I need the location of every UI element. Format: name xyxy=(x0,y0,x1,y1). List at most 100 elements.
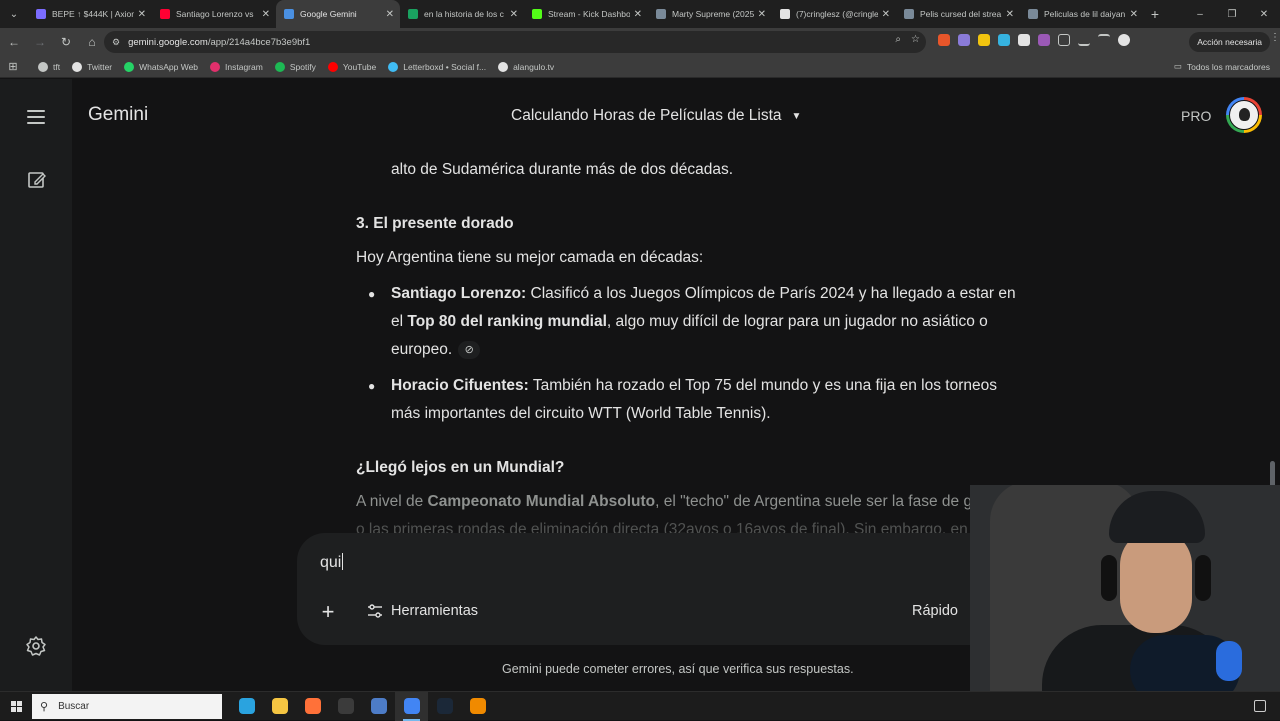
taskbar-app-button[interactable] xyxy=(230,692,263,721)
tab-favicon-icon xyxy=(36,9,46,19)
close-tab-icon[interactable]: ✕ xyxy=(758,9,766,20)
bookmark-star-icon[interactable]: ☆ xyxy=(911,34,920,45)
gemini-logo[interactable]: Gemini xyxy=(88,104,148,126)
model-mode-selector[interactable]: Rápido xyxy=(912,603,958,619)
tab-search-button[interactable]: ⌄ xyxy=(0,0,28,28)
file-explorer-icon xyxy=(271,698,288,714)
bookmark-item[interactable]: Instagram xyxy=(210,61,263,72)
minimize-button[interactable]: – xyxy=(1184,0,1216,28)
close-tab-icon[interactable]: ✕ xyxy=(634,9,642,20)
new-tab-button[interactable]: + xyxy=(1144,6,1166,22)
browser-tab[interactable]: Santiago Lorenzo vs ✕ xyxy=(152,0,276,28)
tab-favicon-icon xyxy=(160,9,170,19)
puzzle-icon[interactable] xyxy=(1058,34,1070,46)
taskbar-app-button[interactable] xyxy=(362,692,395,721)
add-file-button[interactable]: + xyxy=(318,601,338,623)
browser-tab[interactable]: Peliculas de lil daiyan ✕ xyxy=(1020,0,1144,28)
address-bar[interactable]: ⚙ gemini.google.com/app/214a4bce7b3e9bf1… xyxy=(104,31,926,53)
maximize-button[interactable]: ❐ xyxy=(1216,0,1248,28)
browser-tab[interactable]: Marty Supreme (2025 ✕ xyxy=(648,0,772,28)
settings-gear-icon[interactable] xyxy=(25,635,47,657)
forward-button[interactable]: → xyxy=(28,30,52,54)
extension-icon[interactable] xyxy=(1018,34,1030,46)
bookmarks-bar: ⊞ tft Twitter WhatsApp Web Instagram Spotify… xyxy=(0,56,1280,78)
prompt-input[interactable]: qui xyxy=(320,553,343,572)
close-window-button[interactable]: ✕ xyxy=(1248,0,1280,28)
site-info-icon[interactable]: ⚙ xyxy=(112,37,120,48)
list-item-name: Horacio Cifuentes: xyxy=(391,377,529,394)
browser-tab[interactable]: Pelis cursed del strea ✕ xyxy=(896,0,1020,28)
taskbar-app-button[interactable] xyxy=(329,692,362,721)
bookmark-favicon-icon xyxy=(72,61,83,72)
notification-icon[interactable] xyxy=(1254,700,1266,712)
start-button[interactable] xyxy=(0,692,32,721)
media-icon[interactable] xyxy=(1098,34,1110,46)
tools-button[interactable]: Herramientas xyxy=(367,603,478,619)
apps-grid-icon[interactable]: ⊞ xyxy=(0,60,26,73)
bookmark-item[interactable]: alangulo.tv xyxy=(498,61,554,72)
list-item-line: el Top 80 del ranking mundial, algo muy … xyxy=(391,308,988,336)
side-rail xyxy=(0,79,72,691)
main-menu-icon[interactable] xyxy=(27,110,45,124)
steam-icon xyxy=(436,698,453,714)
taskbar-app-button[interactable] xyxy=(296,692,329,721)
extension-icon[interactable] xyxy=(938,34,950,46)
home-button[interactable]: ⌂ xyxy=(80,30,104,54)
back-button[interactable]: ← xyxy=(2,30,26,54)
close-tab-icon[interactable]: ✕ xyxy=(262,9,270,20)
all-bookmarks-button[interactable]: ▭ Todos los marcadores xyxy=(1174,61,1270,72)
extensions-row xyxy=(938,34,1130,46)
browser-tab[interactable]: Google Gemini ✕ xyxy=(276,0,400,28)
profile-avatar-icon[interactable] xyxy=(1118,34,1130,46)
webcam-overlay xyxy=(970,485,1280,691)
close-tab-icon[interactable]: ✕ xyxy=(882,9,890,20)
headphones xyxy=(1101,555,1117,601)
bullet-icon: ● xyxy=(368,287,376,301)
browser-tab[interactable]: en la historia de los c ✕ xyxy=(400,0,524,28)
new-chat-icon[interactable] xyxy=(27,170,47,190)
tools-sliders-icon xyxy=(368,604,382,618)
bookmark-item[interactable]: YouTube xyxy=(327,61,376,72)
paragraph-text: , el "techo" de Argentina suele ser la f… xyxy=(655,493,973,510)
browser-toolbar: ← → ↻ ⌂ ⚙ gemini.google.com/app/214a4bce… xyxy=(0,28,1280,56)
extension-icon[interactable] xyxy=(978,34,990,46)
close-tab-icon[interactable]: ✕ xyxy=(386,9,394,20)
bullet-icon: ● xyxy=(368,379,376,393)
taskbar-app-button[interactable] xyxy=(395,691,428,721)
tab-title: Stream - Kick Dashbo xyxy=(548,9,630,19)
browser-menu-icon[interactable]: ⋮ xyxy=(1270,32,1280,43)
windows-logo-icon xyxy=(10,700,22,712)
taskbar-app-button[interactable] xyxy=(428,692,461,721)
bookmark-item[interactable]: Spotify xyxy=(274,61,316,72)
browser-tab[interactable]: BEPE ↑ $444K | Axiom ✕ xyxy=(28,0,152,28)
zoom-icon[interactable]: ⌕ xyxy=(895,34,901,45)
close-tab-icon[interactable]: ✕ xyxy=(1006,9,1014,20)
browser-tab[interactable]: (7)cringlesz (@cringle ✕ xyxy=(772,0,896,28)
extension-icon[interactable] xyxy=(1038,34,1050,46)
account-avatar[interactable] xyxy=(1226,97,1262,133)
question-heading: ¿Llegó lejos en un Mundial? xyxy=(356,459,565,476)
taskbar-app-button[interactable] xyxy=(263,692,296,721)
download-icon[interactable] xyxy=(1078,34,1090,46)
browser-tab[interactable]: Stream - Kick Dashbo ✕ xyxy=(524,0,648,28)
extension-icon[interactable] xyxy=(998,34,1010,46)
profile-action-button[interactable]: Acción necesaria xyxy=(1189,32,1270,52)
close-tab-icon[interactable]: ✕ xyxy=(1130,9,1138,20)
tab-title: Marty Supreme (2025 xyxy=(672,9,754,19)
conversation-title-dropdown[interactable]: Calculando Horas de Películas de Lista ▼ xyxy=(511,107,801,125)
paragraph-bold: Campeonato Mundial Absoluto xyxy=(427,493,656,510)
close-tab-icon[interactable]: ✕ xyxy=(510,9,518,20)
source-link-icon[interactable]: ⊘ xyxy=(458,340,481,359)
bookmark-item[interactable]: Letterboxd • Social f... xyxy=(388,61,487,72)
tab-title: Santiago Lorenzo vs xyxy=(176,9,254,19)
taskbar-app-button[interactable] xyxy=(461,692,494,721)
bookmark-item[interactable]: Twitter xyxy=(72,61,112,72)
taskbar-search[interactable]: ⚲ Buscar xyxy=(32,693,222,719)
close-tab-icon[interactable]: ✕ xyxy=(138,9,146,20)
bookmark-label: Letterboxd • Social f... xyxy=(403,61,487,72)
reload-button[interactable]: ↻ xyxy=(54,30,78,54)
bookmark-item[interactable]: tft xyxy=(38,61,60,72)
bookmark-item[interactable]: WhatsApp Web xyxy=(124,61,198,72)
tab-favicon-icon xyxy=(780,9,790,19)
extension-icon[interactable] xyxy=(958,34,970,46)
